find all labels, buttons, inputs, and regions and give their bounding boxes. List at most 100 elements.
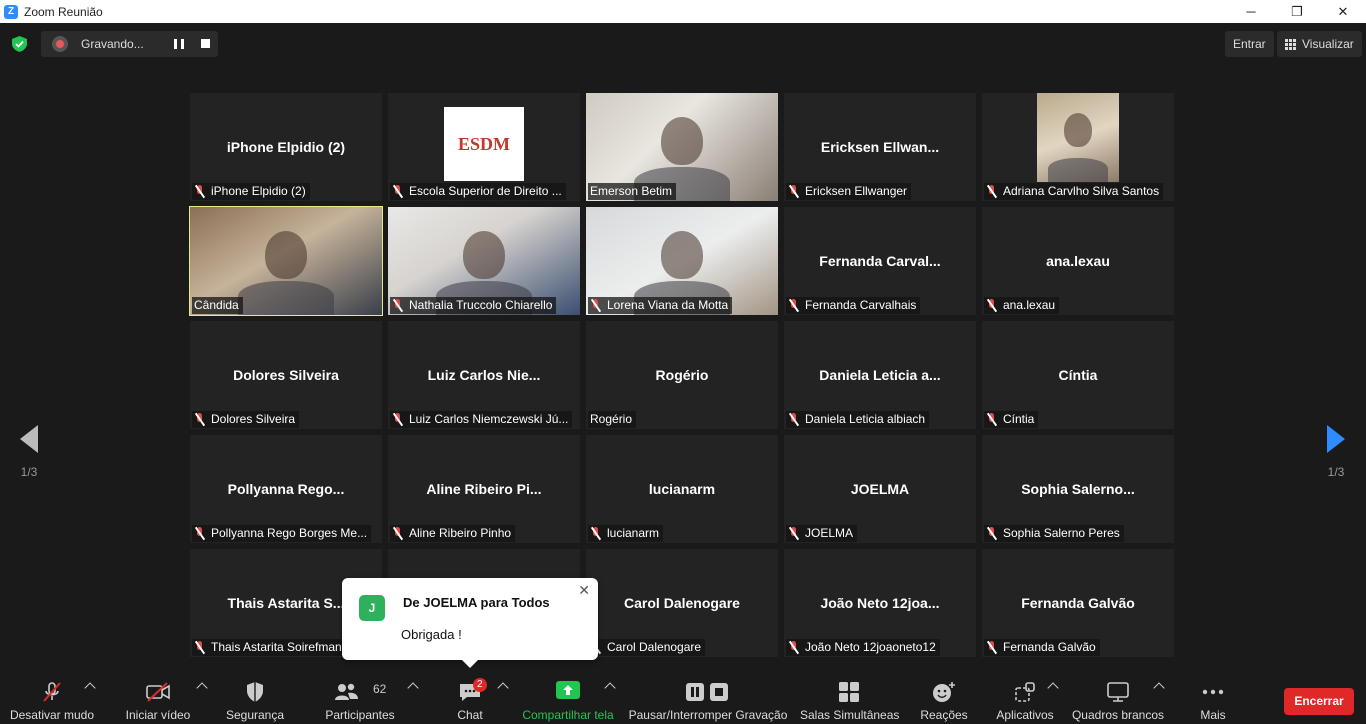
participant-tile[interactable]: Fernanda Galvão Fernanda Galvão (982, 549, 1174, 657)
close-icon[interactable]: ✕ (578, 582, 590, 599)
share-screen-button[interactable]: Compartilhar tela (520, 669, 616, 724)
participant-tile[interactable]: João Neto 12joa... João Neto 12joaoneto12 (784, 549, 976, 657)
zoom-app-icon: Z (4, 4, 18, 19)
page-indicator-right: 1/3 (1327, 465, 1345, 479)
start-video-label: Iniciar vídeo (125, 708, 191, 722)
breakout-rooms-icon (839, 682, 859, 702)
participant-tile[interactable]: Fernanda Carval... Fernanda Carvalhais (784, 207, 976, 315)
participant-tile[interactable]: ESDM Escola Superior de Direito ... (388, 93, 580, 201)
participant-tile[interactable]: Lorena Viana da Motta (586, 207, 778, 315)
participant-name: Aline Ribeiro Pinho (409, 526, 512, 540)
participant-name-label: João Neto 12joaoneto12 (786, 639, 940, 656)
reactions-button[interactable]: Reações (914, 669, 974, 724)
participant-name: Adriana Carvlho Silva Santos (1003, 184, 1160, 198)
participant-name-label: Aline Ribeiro Pinho (390, 525, 516, 542)
microphone-muted-icon (194, 413, 206, 426)
participant-name: Cândida (194, 298, 239, 312)
participant-tile[interactable]: Carol Dalenogare Carol Dalenogare (586, 549, 778, 657)
participant-tile[interactable]: Dolores Silveira Dolores Silveira (190, 321, 382, 429)
whiteboards-button[interactable]: Quadros brancos (1070, 669, 1166, 724)
minimize-button[interactable]: ─ (1228, 0, 1274, 23)
participant-tile[interactable]: Luiz Carlos Nie... Luiz Carlos Niemczewsk… (388, 321, 580, 429)
apps-button[interactable]: Aplicativos (992, 669, 1058, 724)
participant-display-name: Ericksen Ellwan... (820, 139, 940, 155)
participant-display-name: Sophia Salerno... (1021, 481, 1135, 497)
participant-display-name: Carol Dalenogare (624, 595, 740, 611)
participant-tile[interactable]: lucianarm lucianarm (586, 435, 778, 543)
participant-name: Fernanda Carvalhais (805, 298, 917, 312)
participant-display-name: Daniela Leticia a... (819, 367, 941, 383)
start-video-button[interactable]: Iniciar vídeo (118, 669, 198, 724)
pause-stop-recording-button[interactable]: Pausar/Interromper Gravação (628, 669, 788, 724)
end-meeting-button[interactable]: Encerrar (1284, 688, 1354, 715)
microphone-muted-icon (194, 527, 206, 540)
share-screen-label: Compartilhar tela (522, 708, 614, 722)
chat-unread-badge: 2 (473, 678, 487, 692)
security-button[interactable]: Segurança (220, 669, 290, 724)
unmute-button[interactable]: Desativar mudo (6, 669, 98, 724)
view-button[interactable]: Visualizar (1277, 31, 1362, 57)
pause-recording-icon[interactable] (174, 39, 184, 49)
chevron-up-icon[interactable] (407, 682, 419, 694)
participant-name-label: Rogério (588, 411, 637, 428)
participants-button[interactable]: 62 Participantes (320, 669, 400, 724)
participant-tile[interactable]: Rogério Rogério (586, 321, 778, 429)
participant-name-label: ana.lexau (984, 297, 1060, 314)
participant-name-label: Cíntia (984, 411, 1039, 428)
participant-name-label: lucianarm (588, 525, 664, 542)
participant-name-label: Dolores Silveira (192, 411, 300, 428)
chevron-up-icon[interactable] (196, 682, 208, 694)
participant-name-label: iPhone Elpidio (2) (192, 183, 310, 200)
participant-video-figure (1064, 112, 1092, 147)
microphone-muted-icon (788, 641, 800, 654)
participant-display-name: Dolores Silveira (233, 367, 339, 383)
unmute-label: Desativar mudo (9, 708, 95, 722)
microphone-muted-icon (392, 299, 404, 312)
participant-name: Emerson Betim (590, 184, 673, 198)
restore-button[interactable]: ❐ (1274, 0, 1320, 23)
participant-tile[interactable]: Aline Ribeiro Pi... Aline Ribeiro Pinho (388, 435, 580, 543)
whiteboard-icon (1107, 682, 1129, 702)
participant-tile[interactable]: JOELMA JOELMA (784, 435, 976, 543)
breakout-rooms-button[interactable]: Salas Simultâneas (800, 669, 900, 724)
participant-tile[interactable]: Cíntia Cíntia (982, 321, 1174, 429)
participant-tile[interactable]: Cândida (189, 206, 383, 316)
microphone-muted-icon (392, 527, 404, 540)
microphone-muted-icon (194, 641, 206, 654)
participant-tile[interactable]: Emerson Betim (586, 93, 778, 201)
close-window-button[interactable]: ✕ (1320, 0, 1366, 23)
stop-recording-icon[interactable] (201, 39, 210, 48)
participant-name: João Neto 12joaoneto12 (805, 640, 936, 654)
microphone-muted-icon (986, 527, 998, 540)
arrow-left-icon (20, 425, 38, 453)
chat-button[interactable]: 2 Chat (440, 669, 500, 724)
participant-tile[interactable]: Pollyanna Rego... Pollyanna Rego Borges M… (190, 435, 382, 543)
microphone-muted-icon (986, 299, 998, 312)
chat-label: Chat (457, 708, 483, 722)
participant-name-label: Fernanda Carvalhais (786, 297, 921, 314)
breakout-rooms-label: Salas Simultâneas (800, 708, 900, 722)
window-titlebar: Z Zoom Reunião ─ ❐ ✕ (0, 0, 1366, 23)
microphone-muted-icon (788, 527, 800, 540)
next-page-button[interactable]: 1/3 (1321, 425, 1351, 479)
participant-tile[interactable]: Sophia Salerno... Sophia Salerno Peres (982, 435, 1174, 543)
participant-video-figure (1048, 158, 1108, 182)
participant-name-label: JOELMA (786, 525, 858, 542)
participant-tile[interactable]: ana.lexau ana.lexau (982, 207, 1174, 315)
microphone-muted-icon (986, 185, 998, 198)
participant-tile[interactable]: Ericksen Ellwan... Ericksen Ellwanger (784, 93, 976, 201)
participants-label: Participantes (325, 708, 395, 722)
microphone-muted-icon (194, 185, 206, 198)
chat-notification[interactable]: J De JOELMA para Todos Obrigada ! ✕ (342, 578, 598, 668)
encryption-shield-icon[interactable] (12, 36, 27, 52)
participant-display-name: Luiz Carlos Nie... (427, 367, 541, 383)
participant-tile[interactable]: Adriana Carvlho Silva Santos (982, 93, 1174, 201)
more-button[interactable]: Mais (1190, 669, 1236, 724)
participant-tile[interactable]: iPhone Elpidio (2) iPhone Elpidio (2) (190, 93, 382, 201)
participant-tile[interactable]: Nathalia Truccolo Chiarello (388, 207, 580, 315)
enter-button[interactable]: Entrar (1225, 31, 1274, 57)
participant-tile[interactable]: Daniela Leticia a... Daniela Leticia albi… (784, 321, 976, 429)
participant-name-label: Sophia Salerno Peres (984, 525, 1124, 542)
previous-page-button[interactable]: 1/3 (14, 425, 44, 479)
microphone-muted-icon (788, 299, 800, 312)
